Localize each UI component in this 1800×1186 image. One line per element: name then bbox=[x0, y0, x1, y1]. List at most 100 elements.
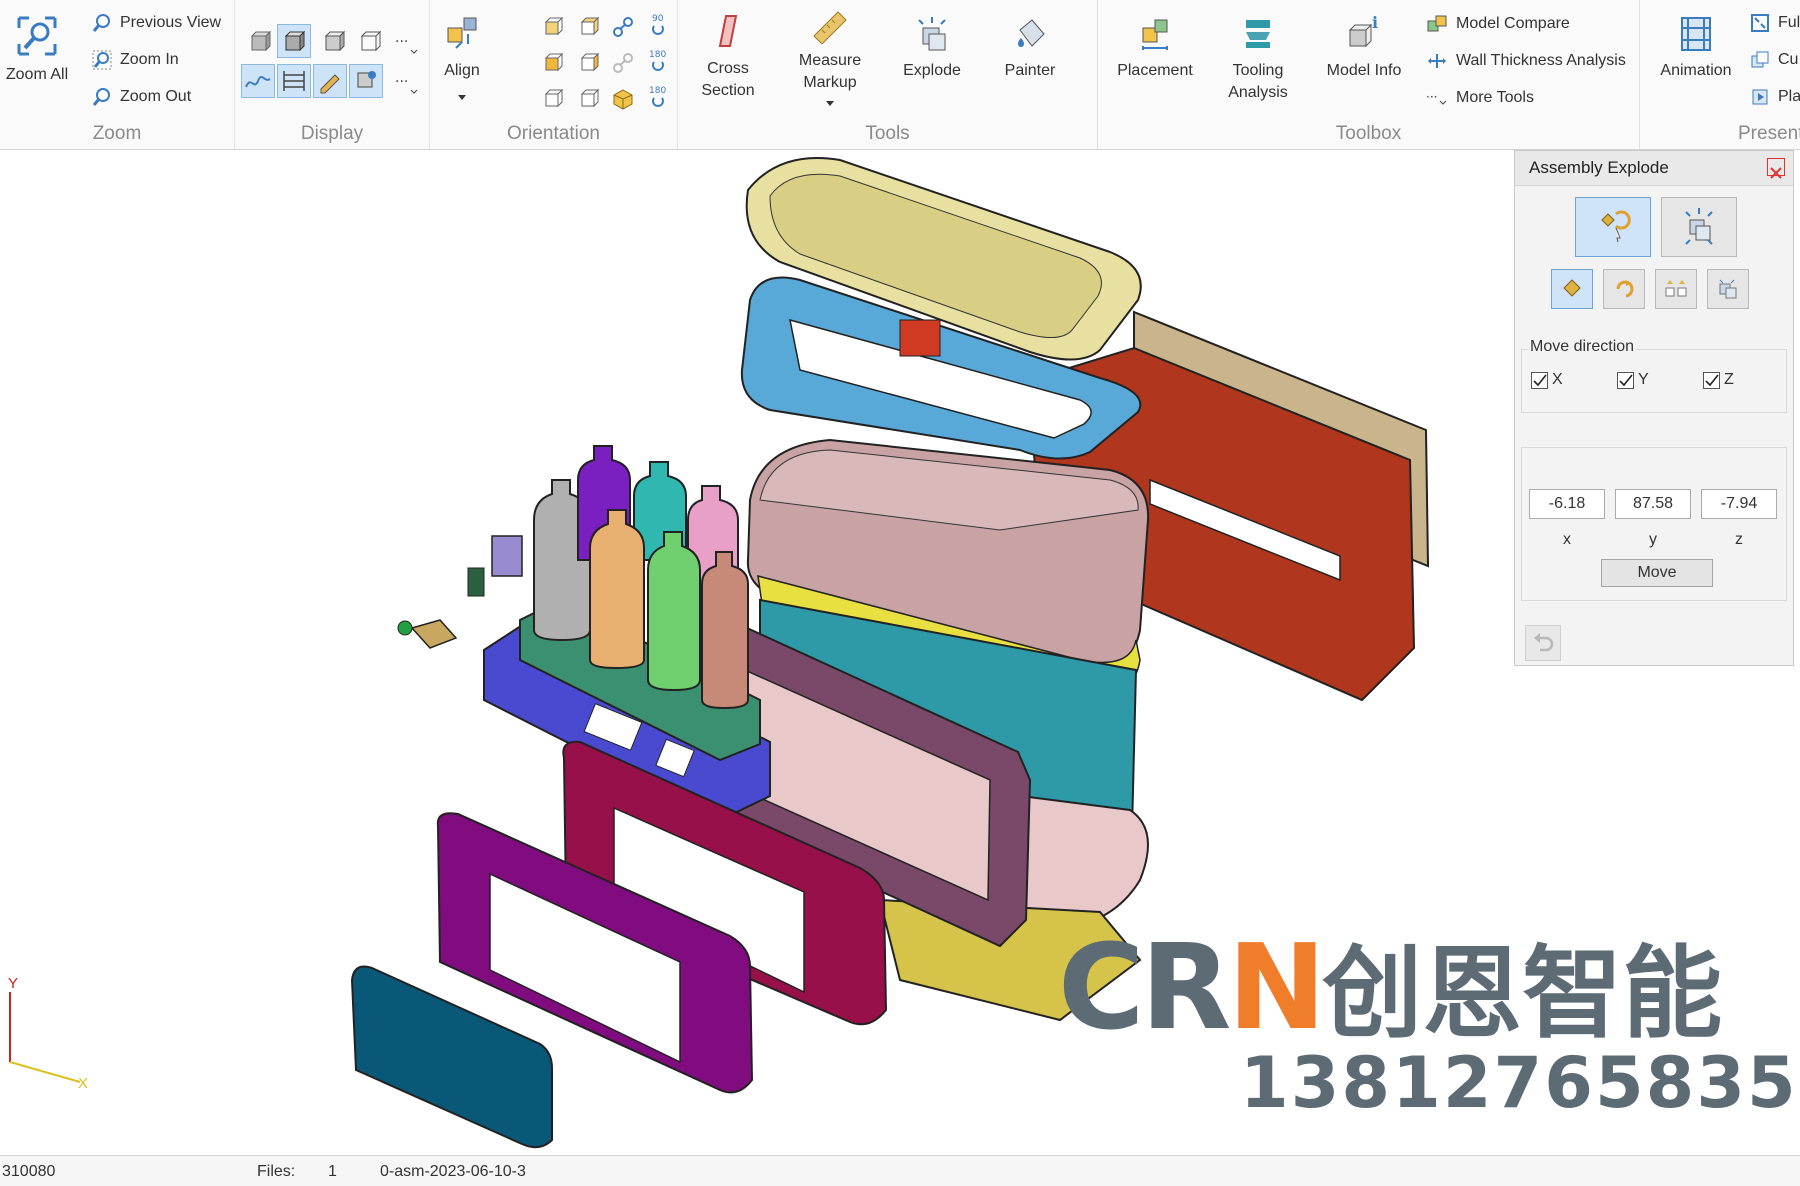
wireframe-icon[interactable] bbox=[357, 28, 383, 54]
more-tools-button[interactable]: ··· More Tools bbox=[1426, 87, 1534, 109]
previous-view-button[interactable]: Previous View bbox=[92, 13, 221, 33]
zoom-out-button[interactable]: Zoom Out bbox=[92, 87, 191, 107]
y-value-input[interactable]: 87.58 bbox=[1615, 489, 1691, 519]
file-name: 0-asm-2023-06-10-3 bbox=[380, 1163, 526, 1180]
close-icon bbox=[1770, 167, 1782, 179]
display-group-label: Display bbox=[300, 123, 364, 144]
zoom-in-label: Zoom In bbox=[120, 51, 179, 68]
rotate-90-label: 90 bbox=[652, 14, 664, 24]
zoom-all-button[interactable]: Zoom All bbox=[2, 14, 72, 86]
wall-thickness-button[interactable]: Wall Thickness Analysis bbox=[1426, 50, 1626, 72]
explode-mode-auto-button[interactable] bbox=[1661, 197, 1737, 257]
checkbox-y-box[interactable] bbox=[1617, 371, 1634, 389]
rotate-180-alt-label: 180 bbox=[649, 86, 666, 96]
curves-icon[interactable] bbox=[241, 64, 275, 98]
checkbox-y[interactable]: Y bbox=[1617, 371, 1649, 389]
checkbox-x-box[interactable] bbox=[1531, 371, 1548, 389]
checkbox-z-box[interactable] bbox=[1703, 371, 1720, 389]
rotate-tool-button[interactable] bbox=[1603, 269, 1645, 309]
hidden-line-icon[interactable] bbox=[321, 28, 347, 54]
shaded-icon[interactable] bbox=[247, 28, 273, 54]
display-more-icon[interactable]: ··· bbox=[393, 30, 419, 56]
align-parts-button[interactable] bbox=[1655, 269, 1697, 309]
playback-icon bbox=[1752, 89, 1768, 105]
zoom-group-label: Zoom bbox=[92, 123, 142, 144]
small-part-green bbox=[467, 567, 485, 597]
rotate-180-label: 180 bbox=[649, 50, 666, 60]
flip-icon[interactable] bbox=[610, 50, 636, 76]
annotations-icon[interactable] bbox=[313, 64, 347, 98]
align-button[interactable]: Align bbox=[432, 14, 492, 110]
model-compare-label: Model Compare bbox=[1456, 15, 1570, 32]
placement-label: Placement bbox=[1117, 62, 1193, 79]
toolbox-group-label: Toolbox bbox=[1335, 123, 1402, 144]
checkbox-x[interactable]: X bbox=[1531, 371, 1563, 389]
move-button[interactable]: Move bbox=[1601, 559, 1713, 587]
cross-section-button[interactable]: Cross Section bbox=[686, 12, 770, 102]
rotate-90-icon[interactable]: 90 bbox=[646, 12, 672, 38]
cross-section-icon bbox=[718, 15, 738, 47]
model-info-button[interactable]: i Model Info bbox=[1318, 14, 1410, 82]
wall-thickness-icon bbox=[1428, 54, 1446, 68]
zoom-in-icon bbox=[92, 50, 112, 70]
more-tools-label: More Tools bbox=[1456, 89, 1534, 106]
align-parts-icon bbox=[1665, 280, 1687, 297]
measure-markup-button[interactable]: Measure Markup bbox=[788, 10, 872, 116]
explode-button[interactable]: Explode bbox=[890, 14, 974, 82]
full-screen-button[interactable]: Ful bbox=[1750, 13, 1800, 33]
panel-close-button[interactable] bbox=[1767, 158, 1785, 179]
view-back-icon[interactable] bbox=[576, 14, 602, 40]
isometric-icon[interactable] bbox=[610, 86, 636, 112]
dimensions-icon[interactable] bbox=[277, 64, 311, 98]
pmi-icon[interactable] bbox=[349, 64, 383, 98]
checkbox-x-label: X bbox=[1552, 371, 1563, 388]
view-bottom-icon[interactable] bbox=[576, 86, 602, 112]
painter-label: Painter bbox=[1004, 62, 1056, 79]
custom-view-button[interactable]: Cu bbox=[1750, 50, 1798, 70]
previous-view-icon bbox=[92, 14, 110, 32]
move-direction-label: Move direction bbox=[1528, 338, 1637, 356]
rotate-180-alt-icon[interactable]: 180 bbox=[646, 84, 672, 110]
svg-text:···: ··· bbox=[1426, 90, 1437, 104]
more-tools-icon: ··· bbox=[1426, 90, 1447, 105]
x-value-input[interactable]: -6.18 bbox=[1529, 489, 1605, 519]
view-front-icon[interactable] bbox=[540, 14, 566, 40]
model-compare-button[interactable]: Model Compare bbox=[1426, 13, 1570, 35]
auto-explode-icon bbox=[1685, 208, 1713, 245]
rotate-icon[interactable] bbox=[610, 14, 636, 40]
translate-tool-button[interactable] bbox=[1551, 269, 1593, 309]
playback-button[interactable]: Pla bbox=[1750, 87, 1800, 107]
shaded-edges-icon[interactable] bbox=[277, 24, 311, 58]
checkmark-icon bbox=[1533, 374, 1547, 386]
view-left-icon[interactable] bbox=[540, 50, 566, 76]
ribbon-group-orientation: Align 90 180 180 Orientation bbox=[430, 0, 678, 149]
z-value-input[interactable]: -7.94 bbox=[1701, 489, 1777, 519]
undo-icon bbox=[1534, 633, 1554, 652]
view-top-icon[interactable] bbox=[540, 86, 566, 112]
ribbon-group-zoom: Zoom All Previous View Zoom In Zoom Out … bbox=[0, 0, 235, 149]
measure-label-2: Markup bbox=[803, 74, 857, 91]
display-more-2-icon[interactable]: ··· bbox=[393, 70, 419, 96]
cross-section-label-1: Cross bbox=[707, 60, 749, 77]
rotate-180-icon[interactable]: 180 bbox=[646, 48, 672, 74]
undo-button[interactable] bbox=[1525, 625, 1561, 661]
reset-parts-button[interactable] bbox=[1707, 269, 1749, 309]
bottle-orange bbox=[589, 509, 645, 670]
view-right-icon[interactable] bbox=[576, 50, 602, 76]
rotate-tool-icon bbox=[1616, 280, 1634, 298]
animation-button[interactable]: Animation bbox=[1654, 14, 1738, 82]
tooling-analysis-button[interactable]: Tooling Analysis bbox=[1216, 14, 1300, 104]
placement-button[interactable]: Placement bbox=[1110, 14, 1200, 82]
tooling-label-1: Tooling bbox=[1232, 62, 1284, 79]
checkbox-z[interactable]: Z bbox=[1703, 371, 1734, 389]
zoom-in-button[interactable]: Zoom In bbox=[92, 50, 179, 70]
align-dropdown-icon bbox=[458, 95, 466, 100]
bottle-brown bbox=[701, 551, 749, 710]
model-compare-icon bbox=[1427, 15, 1447, 32]
ribbon-toolbar: Zoom All Previous View Zoom In Zoom Out … bbox=[0, 0, 1800, 150]
explode-mode-free-button[interactable] bbox=[1575, 197, 1651, 257]
status-bar: 310080 Files: 1 0-asm-2023-06-10-3 bbox=[0, 1155, 1800, 1186]
translate-icon bbox=[1563, 279, 1581, 297]
painter-button[interactable]: Painter bbox=[988, 14, 1072, 82]
small-part-lavender bbox=[491, 535, 523, 577]
